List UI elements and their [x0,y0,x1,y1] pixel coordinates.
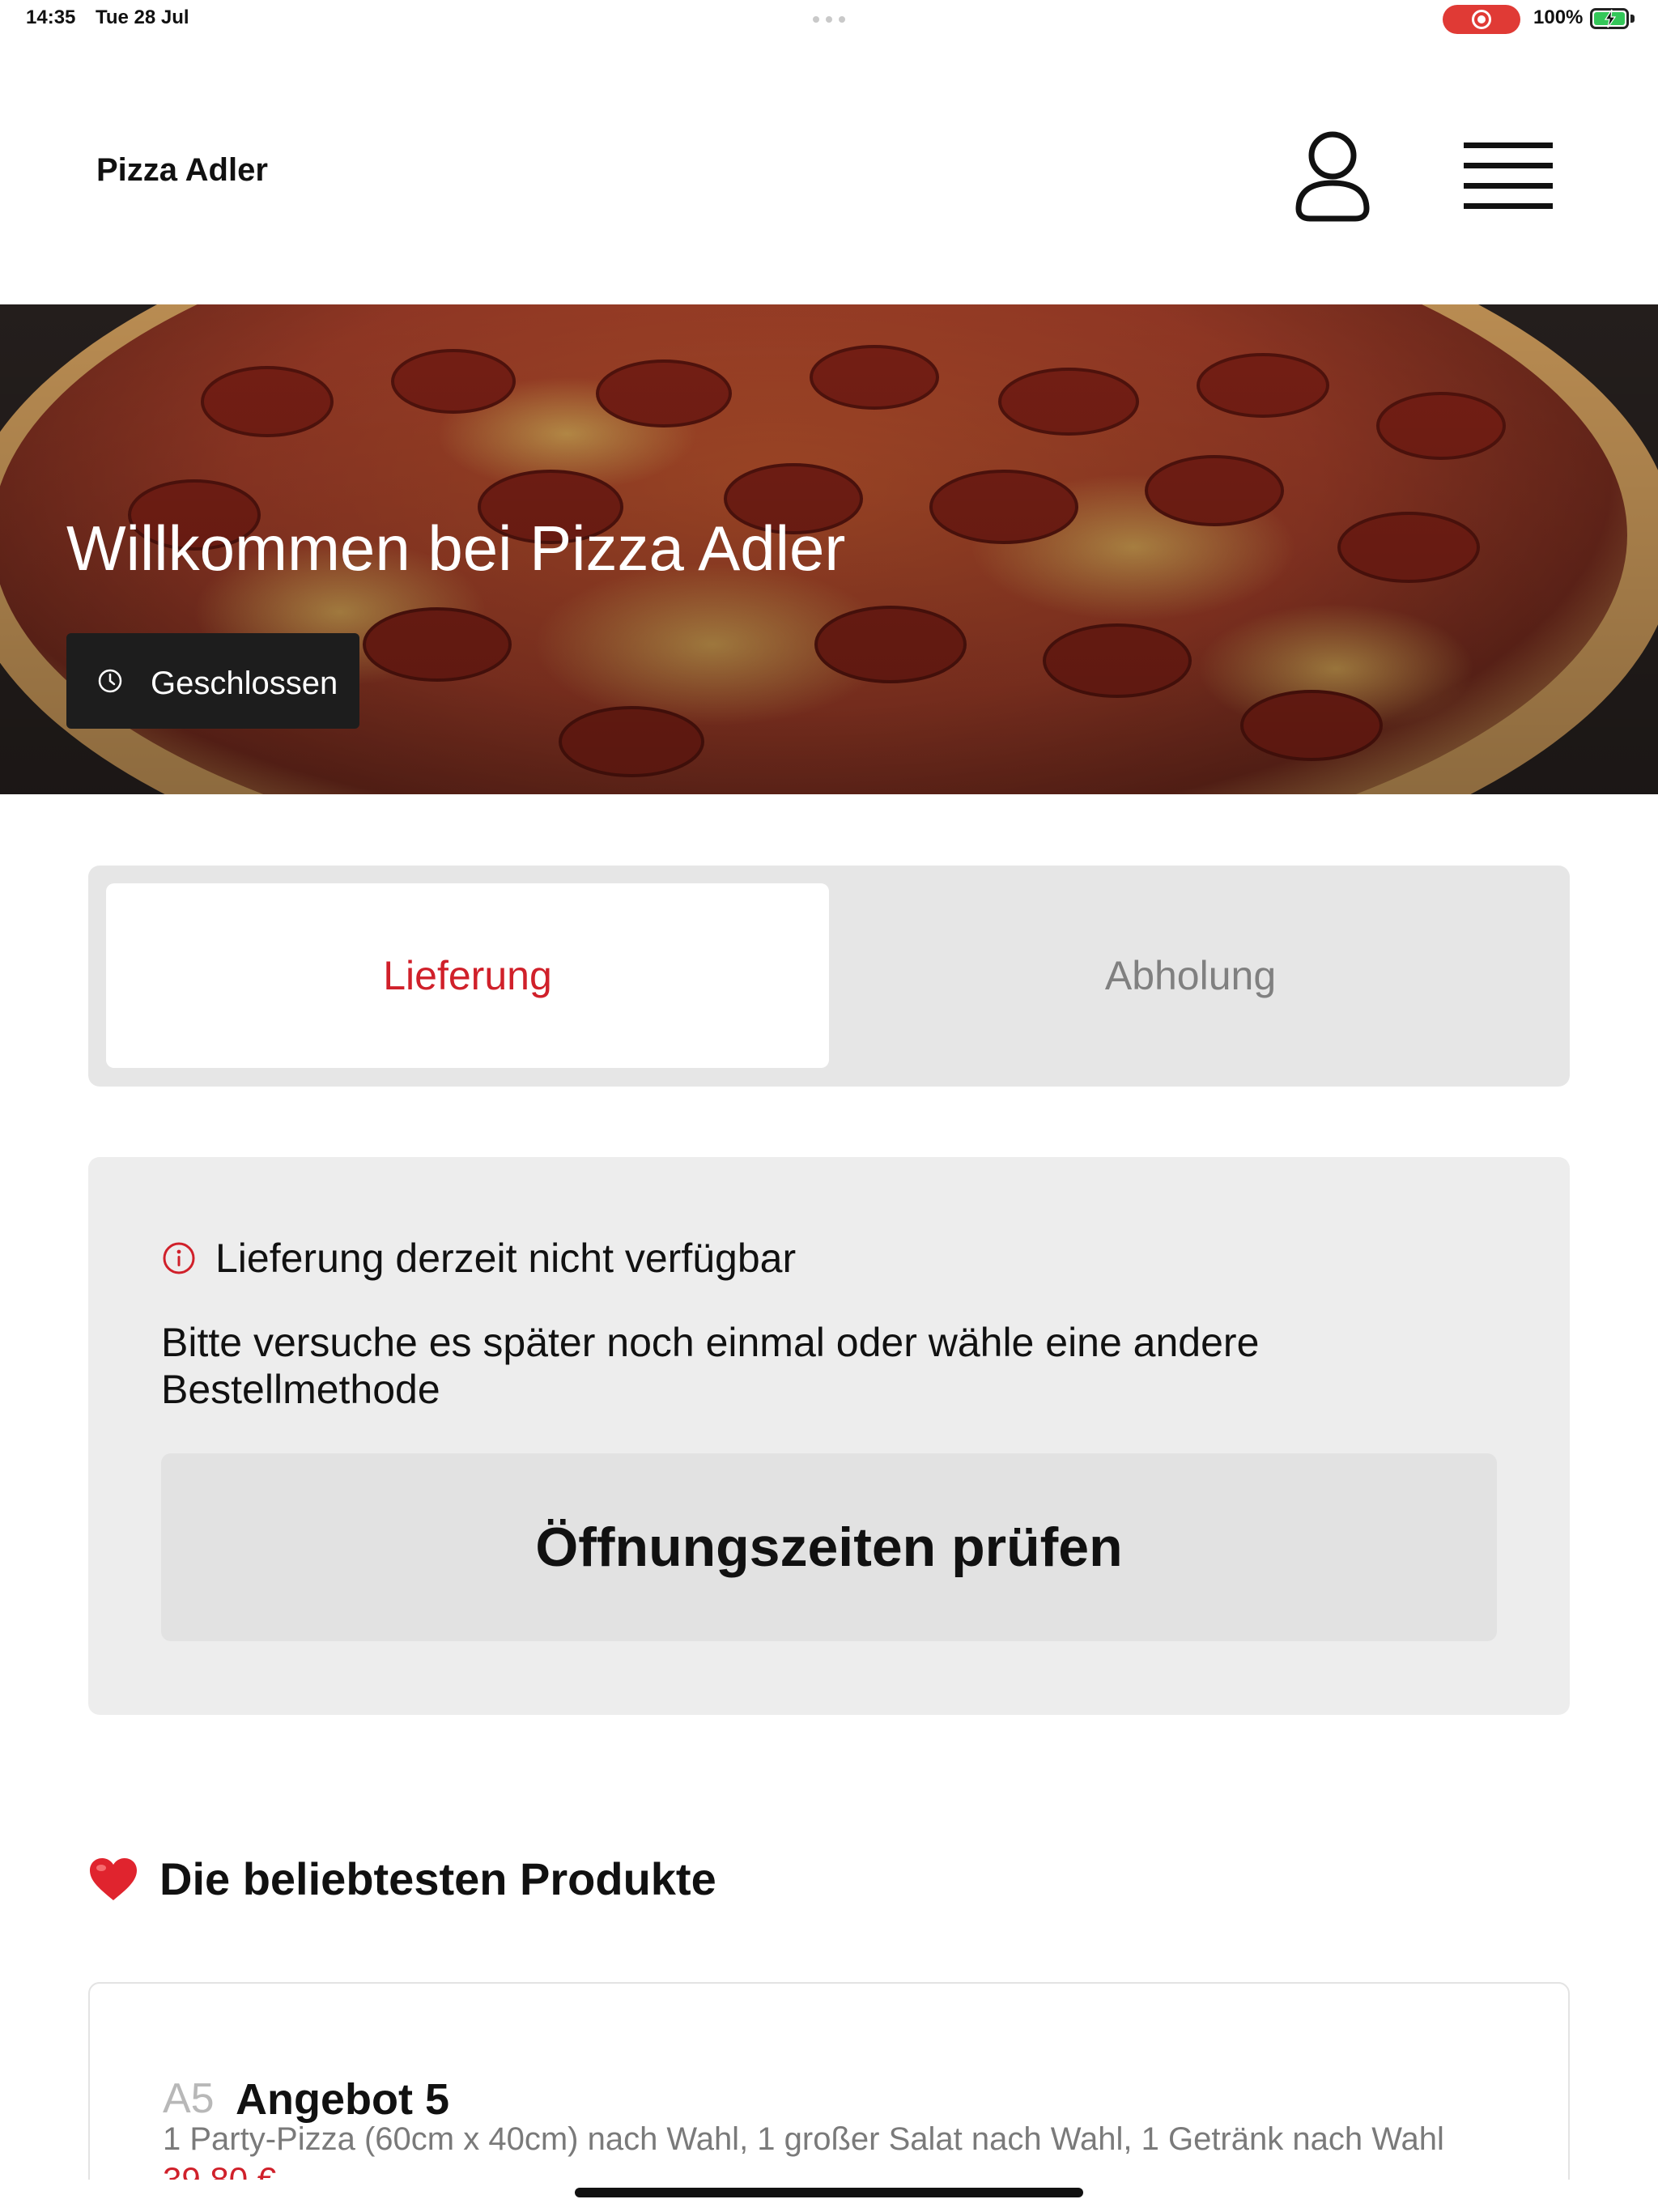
home-indicator[interactable] [575,2188,1083,2197]
check-opening-hours-button[interactable]: Öffnungszeiten prüfen [161,1453,1497,1641]
hero-title: Willkommen bei Pizza Adler [66,513,846,584]
product-description: 1 Party-Pizza (60cm x 40cm) nach Wahl, 1… [163,2121,1444,2157]
battery-nub [1630,15,1635,23]
status-bar: 14:35 Tue 28 Jul 100% [0,0,1658,39]
notice-body: Bitte versuche es später noch einmal ode… [161,1320,1260,1412]
tab-delivery[interactable]: Lieferung [106,883,829,1068]
battery-percent: 100% [1533,6,1584,28]
multitasking-dots-icon[interactable] [813,16,845,23]
status-date: Tue 28 Jul [96,6,189,28]
screen-recording-indicator[interactable] [1443,5,1520,34]
page: 14:35 Tue 28 Jul 100% Pizza Adler Willko… [0,0,1658,2212]
user-icon[interactable] [1292,128,1373,223]
hero-banner: Willkommen bei Pizza Adler Geschlossen [0,304,1658,794]
notice-title: Lieferung derzeit nicht verfügbar [215,1236,797,1281]
popular-products-title: Die beliebtesten Produkte [159,1853,716,1904]
tab-pickup[interactable]: Abholung [829,883,1552,1068]
charging-bolt-icon [1604,9,1617,28]
product-code: A5 [163,2075,215,2122]
status-time: 14:35 [26,6,76,28]
brand-name[interactable]: Pizza Adler [96,152,268,189]
hamburger-menu-icon[interactable] [1464,136,1553,217]
heart-icon [90,1857,137,1900]
order-mode-switch: Lieferung Abholung [88,866,1570,1087]
popular-products-heading: Die beliebtesten Produkte [88,1853,716,1905]
app-header: Pizza Adler [0,39,1658,304]
opening-status-badge[interactable]: Geschlossen [66,633,359,729]
delivery-unavailable-notice: Lieferung derzeit nicht verfügbar Bitte … [88,1157,1570,1715]
product-name: Angebot 5 [236,2075,449,2124]
product-card[interactable]: A5 Angebot 5 1 Party-Pizza (60cm x 40cm)… [88,1982,1570,2212]
record-icon [1472,10,1491,29]
opening-status-label: Geschlossen [151,666,338,701]
clock-icon [98,669,122,693]
info-icon [163,1242,195,1274]
